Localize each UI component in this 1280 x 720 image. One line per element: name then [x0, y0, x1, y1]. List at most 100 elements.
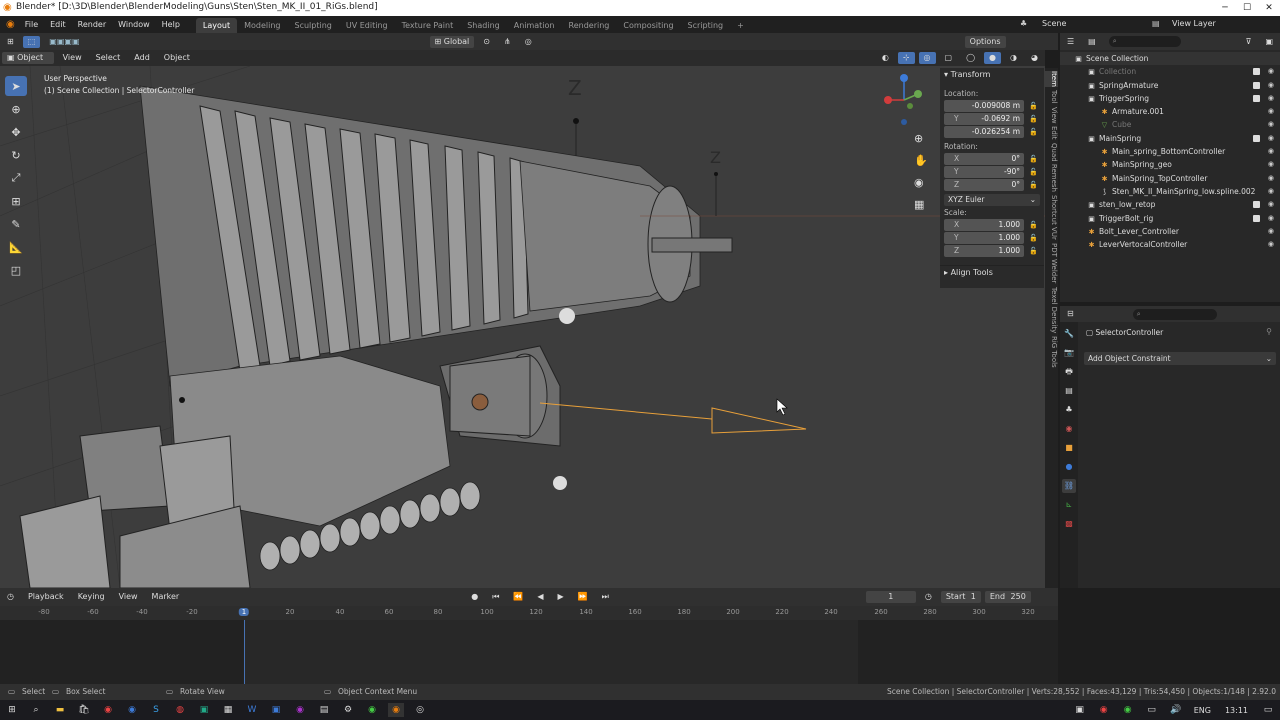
scene-selector[interactable]: Scene [1042, 19, 1066, 28]
menu-window[interactable]: Window [112, 16, 156, 33]
exclude-checkbox[interactable] [1253, 68, 1260, 76]
vtab-item[interactable]: Item [1045, 71, 1058, 87]
menu-marker[interactable]: Marker [147, 591, 185, 603]
visibility-icon[interactable]: ◐ [877, 52, 894, 64]
options-dropdown[interactable]: Options [964, 35, 1006, 48]
menu-keying[interactable]: Keying [73, 591, 110, 603]
eye-icon[interactable]: ◉ [1268, 132, 1274, 145]
add-workspace-button[interactable]: + [730, 18, 751, 33]
app-icon-8[interactable]: ◉ [364, 703, 380, 717]
menu-object[interactable]: Object [159, 52, 195, 64]
outliner-search-input[interactable]: ⌕ [1108, 36, 1181, 47]
lock-icon[interactable]: 🔓 [1029, 153, 1038, 165]
output-tab-icon[interactable]: 🖶 [1062, 365, 1076, 379]
scale-icon[interactable]: ⤢ [5, 168, 27, 188]
rotation-z-field[interactable]: Z 0° 🔓 [944, 179, 1038, 191]
eye-icon[interactable]: ◉ [1268, 92, 1274, 105]
next-key-icon[interactable]: ⏩ [573, 591, 593, 603]
file-explorer-icon[interactable]: ▬ [52, 703, 68, 717]
timeline-editor-icon[interactable]: ◷ [2, 591, 19, 603]
app-icon-5[interactable]: ▣ [268, 703, 284, 717]
measure-icon[interactable]: 📐 [5, 237, 27, 257]
tray-icon-2[interactable]: ◉ [1096, 703, 1112, 717]
vtab-texel-density[interactable]: Texel Density [1045, 287, 1058, 333]
mode-dropdown[interactable]: ▣ Object Mode [2, 52, 54, 74]
lock-icon[interactable]: 🔓 [1029, 219, 1038, 231]
menu-add[interactable]: Add [129, 52, 155, 64]
overlay-icon[interactable]: ◎ [918, 52, 936, 64]
transform-header[interactable]: ▾ Transform [940, 68, 1044, 82]
maximize-button[interactable]: ☐ [1236, 0, 1258, 16]
constraint-tab-icon[interactable]: ⛓ [1062, 479, 1076, 493]
close-button[interactable]: ✕ [1258, 0, 1280, 16]
notepad-icon[interactable]: ▤ [316, 703, 332, 717]
vtab-rig-tools[interactable]: RiG Tools [1045, 336, 1058, 368]
app-icon-4[interactable]: ▦ [220, 703, 236, 717]
app-icon-7[interactable]: ⚙ [340, 703, 356, 717]
data-tab-icon[interactable]: ⊾ [1062, 498, 1076, 512]
select-mode-icons[interactable]: ▣▣▣▣ [44, 36, 84, 48]
app-icon-6[interactable]: ◉ [292, 703, 308, 717]
eye-icon[interactable]: ◉ [1268, 198, 1274, 211]
tab-texture-paint[interactable]: Texture Paint [395, 18, 461, 33]
shading-render-icon[interactable]: ◕ [1026, 52, 1043, 64]
shading-material-icon[interactable]: ◑ [1005, 52, 1022, 64]
vtab-pdt[interactable]: PDT [1045, 243, 1058, 257]
notification-icon[interactable]: ▭ [1260, 703, 1276, 717]
volume-icon[interactable]: 🔊 [1168, 703, 1184, 717]
outliner-row[interactable]: ✱ MainSpring_geo ◉ [1060, 158, 1280, 171]
play-reverse-icon[interactable]: ◀ [532, 591, 548, 603]
scale-z-field[interactable]: Z 1.000 🔓 [944, 245, 1038, 257]
menu-render[interactable]: Render [72, 16, 112, 33]
view-layer-tab-icon[interactable]: ▤ [1062, 384, 1076, 398]
eye-icon[interactable]: ◉ [1268, 225, 1274, 238]
location-y-field[interactable]: Y -0.0692 m 🔓 [944, 113, 1038, 125]
scale-x-field[interactable]: X 1.000 🔓 [944, 219, 1038, 231]
world-tab-icon[interactable]: ◉ [1062, 422, 1076, 436]
align-tools-header[interactable]: ▸ Align Tools [940, 265, 1044, 279]
eye-icon[interactable]: ◉ [1268, 79, 1274, 92]
outliner-row[interactable]: ✱ MainSpring_TopController ◉ [1060, 172, 1280, 185]
location-x-field[interactable]: -0.009008 m 🔓 [944, 100, 1038, 112]
tab-sculpting[interactable]: Sculpting [288, 18, 339, 33]
tray-icon-1[interactable]: ▣ [1072, 703, 1088, 717]
end-frame-field[interactable]: End 250 [984, 591, 1031, 603]
outliner-row[interactable]: ▣ TriggerSpring ◉ [1060, 92, 1280, 105]
rotation-mode-dropdown[interactable]: XYZ Euler ⌄ [944, 194, 1040, 206]
vtab-shortcut-vur[interactable]: Shortcut VUr [1045, 195, 1058, 240]
blender-taskbar-icon[interactable]: ◉ [388, 703, 404, 717]
lock-icon[interactable]: 🔓 [1029, 113, 1038, 125]
skype-icon[interactable]: S [148, 703, 164, 717]
3d-viewport[interactable]: User Perspective (1) Scene Collection | … [0, 66, 1045, 588]
vtab-welder[interactable]: Welder [1045, 259, 1058, 283]
grid-view-icon[interactable]: ▦ [914, 194, 928, 216]
outliner-row[interactable]: ▣ sten_low_retop ◉ [1060, 198, 1280, 211]
eye-icon[interactable]: ◉ [1268, 238, 1274, 251]
menu-edit[interactable]: Edit [44, 16, 72, 33]
outliner-row[interactable]: ▣ MainSpring ◉ [1060, 132, 1280, 145]
lock-icon[interactable]: 🔓 [1029, 179, 1038, 191]
tab-shading[interactable]: Shading [460, 18, 507, 33]
outliner-row[interactable]: ✱ LeverVertocalController ◉ [1060, 238, 1280, 251]
tab-uv-editing[interactable]: UV Editing [339, 18, 395, 33]
annotate-icon[interactable]: ✎ [5, 214, 27, 234]
shading-wire-icon[interactable]: ◯ [961, 52, 980, 64]
language-indicator[interactable]: ENG [1194, 706, 1211, 715]
menu-select[interactable]: Select [91, 52, 126, 64]
rotation-x-field[interactable]: X 0° 🔓 [944, 153, 1038, 165]
store-icon[interactable]: 🛍 [76, 703, 92, 717]
eye-icon[interactable]: ◉ [1268, 172, 1274, 185]
proportional-edit-icon[interactable]: ◎ [520, 36, 537, 48]
app-icon-3[interactable]: ▣ [196, 703, 212, 717]
outliner-row[interactable]: ✱ Bolt_Lever_Controller ◉ [1060, 225, 1280, 238]
vtab-edit[interactable]: Edit [1045, 126, 1058, 140]
outliner-row[interactable]: ▽ Cube ◉ [1060, 118, 1280, 131]
menu-view[interactable]: View [58, 52, 87, 64]
exclude-checkbox[interactable] [1253, 81, 1260, 89]
view-layer-selector[interactable]: View Layer [1172, 19, 1216, 28]
current-frame-field[interactable]: 1 [865, 591, 916, 603]
blender-menu-icon[interactable]: ◉ [0, 19, 19, 30]
eye-icon[interactable]: ◉ [1268, 145, 1274, 158]
outliner-row[interactable]: ✱ Main_spring_BottomController ◉ [1060, 145, 1280, 158]
minimize-button[interactable]: ─ [1214, 0, 1236, 16]
